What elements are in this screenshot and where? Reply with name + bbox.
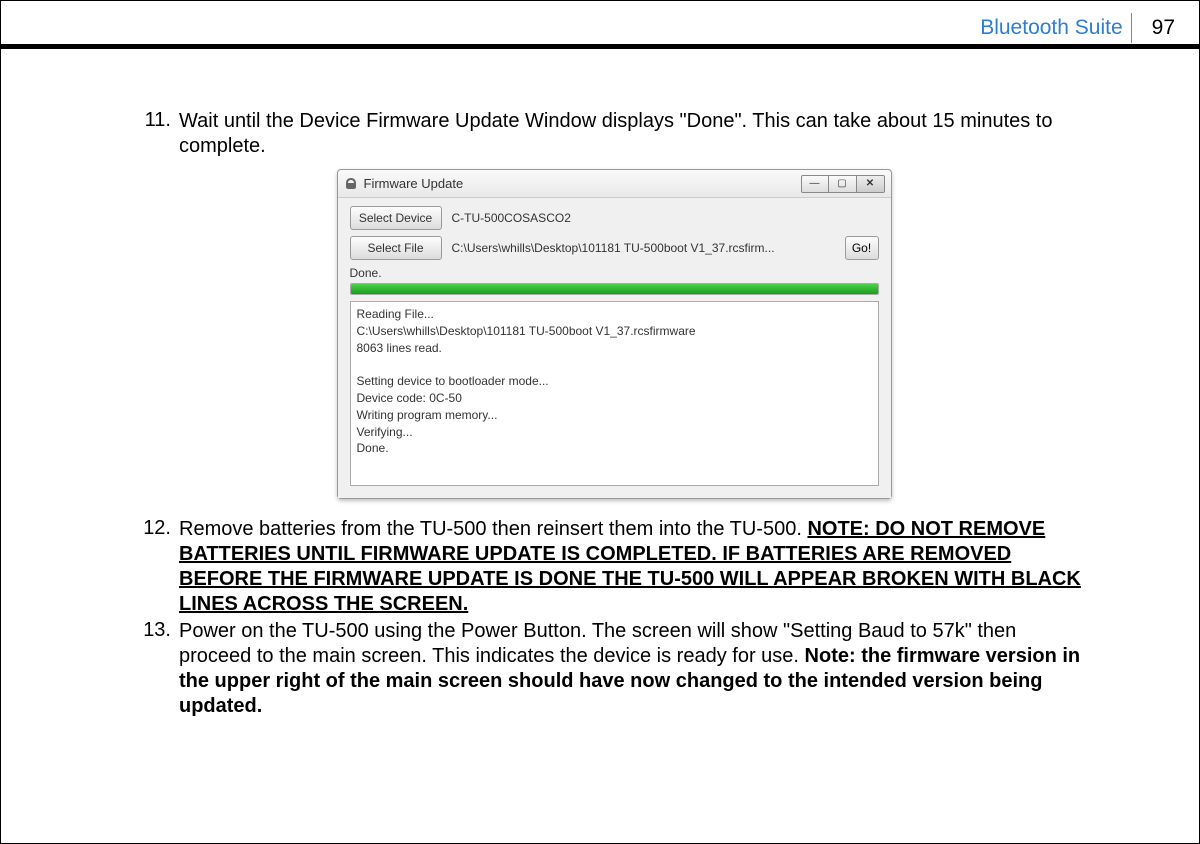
file-value: C:\Users\whills\Desktop\101181 TU-500boo…	[452, 241, 835, 255]
step-text: Wait until the Device Firmware Update Wi…	[175, 109, 1089, 159]
device-row: Select Device C-TU-500COSASCO2	[350, 206, 879, 230]
maximize-button[interactable]: ▢	[829, 175, 857, 193]
select-file-button[interactable]: Select File	[350, 236, 442, 260]
page-number: 97	[1131, 13, 1199, 43]
minimize-button[interactable]: —	[801, 175, 829, 193]
app-icon	[344, 177, 358, 191]
progress-fill	[351, 284, 878, 294]
step-text: Remove batteries from the TU-500 then re…	[175, 517, 1089, 617]
page-header: Bluetooth Suite 97	[1, 1, 1199, 49]
window-buttons: — ▢ ✕	[801, 175, 885, 193]
firmware-update-window: Firmware Update — ▢ ✕ Select Device C-TU…	[337, 169, 892, 499]
step-number: 11.	[139, 109, 175, 132]
log-output: Reading File... C:\Users\whills\Desktop\…	[350, 301, 879, 486]
window-titlebar: Firmware Update — ▢ ✕	[338, 170, 891, 198]
step-number: 13.	[139, 619, 175, 642]
progress-bar	[350, 283, 879, 295]
status-text: Done.	[350, 266, 879, 280]
header-title: Bluetooth Suite	[980, 16, 1130, 40]
header-title-wrap: Bluetooth Suite 97	[980, 13, 1199, 43]
step-text: Power on the TU-500 using the Power Butt…	[175, 619, 1089, 719]
step-13: 13. Power on the TU-500 using the Power …	[139, 619, 1089, 719]
window-title: Firmware Update	[364, 176, 801, 191]
step-11: 11. Wait until the Device Firmware Updat…	[139, 109, 1089, 159]
select-device-button[interactable]: Select Device	[350, 206, 442, 230]
content-body: 11. Wait until the Device Firmware Updat…	[139, 109, 1089, 721]
window-body: Select Device C-TU-500COSASCO2 Select Fi…	[338, 198, 891, 498]
step-number: 12.	[139, 517, 175, 540]
go-button[interactable]: Go!	[845, 236, 879, 260]
page-frame: Bluetooth Suite 97 11. Wait until the De…	[0, 0, 1200, 844]
step-12-text: Remove batteries from the TU-500 then re…	[179, 518, 807, 540]
step-12: 12. Remove batteries from the TU-500 the…	[139, 517, 1089, 617]
close-button[interactable]: ✕	[857, 175, 885, 193]
device-value: C-TU-500COSASCO2	[452, 211, 879, 225]
figure-firmware-update: Firmware Update — ▢ ✕ Select Device C-TU…	[139, 169, 1089, 499]
file-row: Select File C:\Users\whills\Desktop\1011…	[350, 236, 879, 260]
